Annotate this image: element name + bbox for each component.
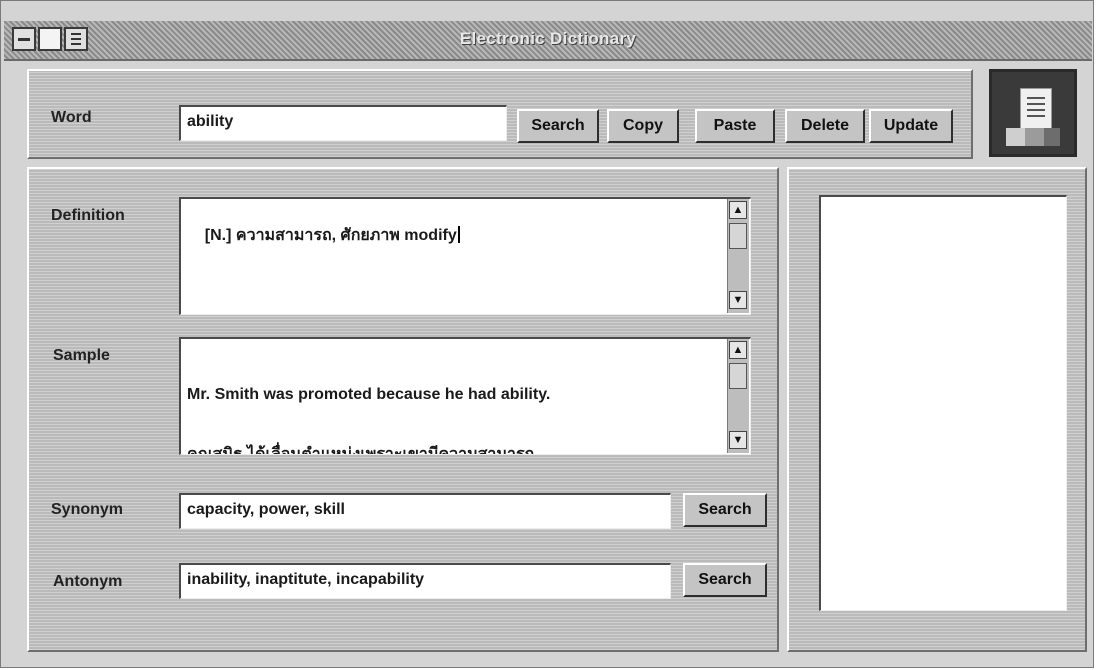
- sample-field[interactable]: Mr. Smith was promoted because he had ab…: [179, 337, 751, 455]
- scroll-up-icon[interactable]: ▲: [729, 341, 747, 359]
- word-input[interactable]: ability: [179, 105, 507, 141]
- scroll-thumb[interactable]: [729, 363, 747, 389]
- definition-scrollbar[interactable]: ▲ ▼: [727, 199, 749, 313]
- sample-label: Sample: [53, 347, 110, 364]
- synonym-label: Synonym: [51, 501, 124, 518]
- scroll-down-icon[interactable]: ▼: [729, 291, 747, 309]
- sample-line-english: Mr. Smith was promoted because he had ab…: [187, 386, 551, 403]
- dictionary-app-icon: [989, 69, 1077, 157]
- delete-button[interactable]: Delete: [785, 109, 865, 143]
- copy-button[interactable]: Copy: [607, 109, 679, 143]
- antonym-search-button[interactable]: Search: [683, 563, 767, 597]
- definition-text: [N.] ความสามารถ, ศักยภาพ modify: [204, 227, 457, 244]
- update-button[interactable]: Update: [869, 109, 953, 143]
- search-button[interactable]: Search: [517, 109, 599, 143]
- definition-field[interactable]: [N.] ความสามารถ, ศักยภาพ modify: [179, 197, 751, 315]
- word-list[interactable]: [819, 195, 1067, 611]
- antonym-input[interactable]: inability, inaptitute, incapability: [179, 563, 671, 599]
- scroll-thumb[interactable]: [729, 223, 747, 249]
- dictionary-window: Electronic Dictionary Word ability Searc…: [0, 0, 1094, 668]
- synonym-search-button[interactable]: Search: [683, 493, 767, 527]
- sample-line-thai: คุณสมิธ ได้เลื่อนตำแหน่งเพราะเขามีความสา…: [187, 446, 539, 455]
- sample-scrollbar[interactable]: ▲ ▼: [727, 339, 749, 453]
- paste-button[interactable]: Paste: [695, 109, 775, 143]
- scroll-down-icon[interactable]: ▼: [729, 431, 747, 449]
- document-icon: [1020, 88, 1052, 130]
- text-caret: [457, 226, 460, 243]
- window-title: Electronic Dictionary: [459, 29, 637, 48]
- scroll-up-icon[interactable]: ▲: [729, 201, 747, 219]
- word-label: Word: [51, 109, 92, 126]
- definition-label: Definition: [51, 207, 125, 224]
- title-bar: Electronic Dictionary: [4, 21, 1092, 61]
- synonym-input[interactable]: capacity, power, skill: [179, 493, 671, 529]
- antonym-label: Antonym: [53, 573, 123, 590]
- stairs-graphic: [1006, 128, 1060, 146]
